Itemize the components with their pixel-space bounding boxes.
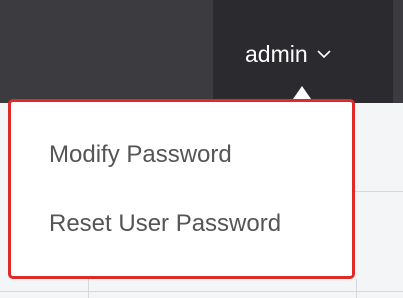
user-menu-trigger[interactable]: admin: [245, 36, 332, 72]
content-divider: [356, 279, 357, 298]
menu-item-modify-password[interactable]: Modify Password: [49, 135, 232, 175]
chevron-down-icon: [317, 50, 331, 59]
content-divider: [0, 291, 403, 292]
menu-item-reset-user-password[interactable]: Reset User Password: [49, 204, 281, 244]
content-divider: [88, 279, 89, 298]
dropdown-caret: [293, 86, 311, 99]
top-navbar: [0, 0, 213, 103]
user-dropdown-menu: Modify Password Reset User Password: [8, 99, 355, 279]
user-name: admin: [245, 40, 308, 67]
content-divider: [347, 191, 403, 192]
top-navbar-edge: [393, 0, 403, 103]
